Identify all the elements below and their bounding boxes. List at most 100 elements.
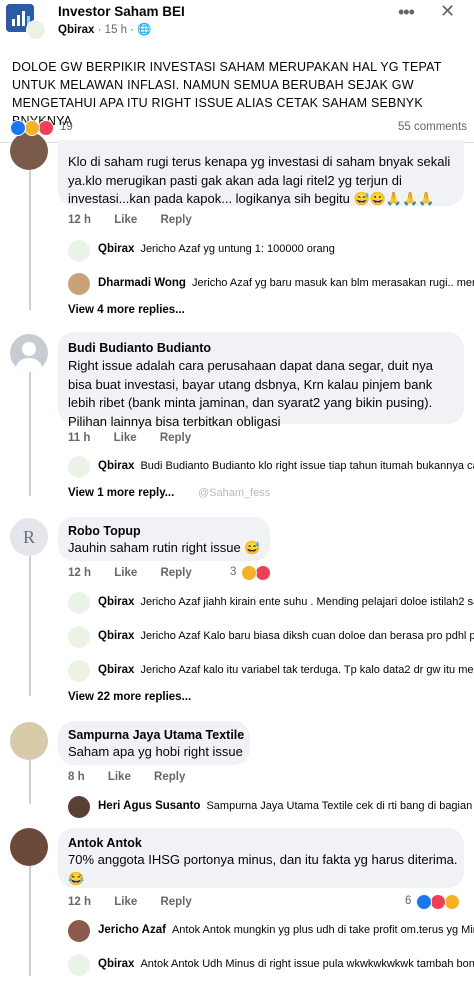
reply-button[interactable]: Reply	[160, 432, 191, 444]
comment-actions: 11 h Like Reply	[68, 432, 211, 444]
post-body: DOLOE GW BERPIKIR INVESTASI SAHAM MERUPA…	[12, 60, 442, 128]
reply[interactable]: Heri Agus Susanto Sampurna Jaya Utama Tex…	[98, 800, 474, 826]
reply-avatar[interactable]	[68, 660, 90, 682]
thread-line	[29, 556, 31, 696]
like-button[interactable]: Like	[114, 896, 137, 908]
comment-time: 12 h	[68, 896, 92, 908]
commenter-name[interactable]: Sampurna Jaya Utama Textile	[68, 728, 244, 742]
avatar-initial: R	[22, 527, 35, 547]
reply-text: Jericho Azaf yg untung 1: 100000 orang	[140, 243, 335, 255]
love-reaction-icon	[38, 120, 54, 136]
reply[interactable]: Qbirax Budi Budianto Budianto klo right i…	[98, 460, 474, 486]
reply[interactable]: Qbirax Jericho Azaf Kalo baru biasa diksh…	[98, 630, 474, 656]
reply-avatar[interactable]	[68, 626, 90, 648]
commenter-avatar[interactable]: R	[10, 518, 48, 556]
commenter-avatar[interactable]	[10, 334, 48, 372]
reaction-count[interactable]: 19	[60, 121, 73, 133]
reply-author[interactable]: Heri Agus Susanto	[98, 800, 200, 812]
comment-reaction-count[interactable]: 6	[405, 895, 411, 907]
reply-avatar[interactable]	[68, 456, 90, 478]
like-button[interactable]: Like	[114, 567, 137, 579]
like-reaction-icon	[416, 894, 432, 910]
reply-text: Sampurna Jaya Utama Textile cek di rti b…	[206, 800, 474, 812]
commenter-name[interactable]: Robo Topup	[68, 524, 141, 538]
view-more-replies[interactable]: View 1 more reply...	[68, 487, 174, 499]
reply-avatar[interactable]	[68, 920, 90, 942]
reply[interactable]: Qbirax Jericho Azaf kalo itu variabel tak…	[98, 664, 474, 690]
commenter-avatar[interactable]	[10, 828, 48, 866]
reply-text: Antok Antok Udh Minus di right issue pul…	[140, 958, 474, 970]
reply[interactable]: Qbirax Antok Antok Udh Minus di right iss…	[98, 958, 474, 984]
like-reaction-icon	[10, 120, 26, 136]
commenter-name[interactable]: Antok Antok	[68, 836, 142, 850]
group-name[interactable]: Investor Saham BEI	[58, 4, 185, 19]
reply-author[interactable]: Qbirax	[98, 243, 134, 255]
reply-avatar[interactable]	[68, 273, 90, 295]
comment-time: 11 h	[68, 432, 91, 444]
love-reaction-icon	[255, 565, 271, 581]
like-button[interactable]: Like	[114, 432, 137, 444]
thread-line	[29, 866, 31, 976]
comment-count[interactable]: 55 comments	[398, 121, 467, 133]
comment-text: 70% anggota IHSG portonya minus, dan itu…	[68, 852, 458, 886]
reply-text: Jericho Azaf jiahh kirain ente suhu . Me…	[140, 596, 474, 608]
reply-author[interactable]: Dharmadi Wong	[98, 277, 186, 289]
default-avatar-icon	[16, 342, 42, 372]
love-reaction-icon	[430, 894, 446, 910]
reply-text: Jericho Azaf yg baru masuk kan blm meras…	[191, 277, 474, 289]
commenter-name[interactable]: Budi Budianto Budianto	[68, 341, 211, 355]
reply[interactable]: Qbirax Jericho Azaf yg untung 1: 100000 o…	[98, 243, 474, 269]
reply-avatar[interactable]	[68, 240, 90, 262]
comment-text: Klo di saham rugi terus kenapa yg invest…	[68, 154, 451, 206]
reply-button[interactable]: Reply	[160, 214, 191, 226]
reply[interactable]: Qbirax Jericho Azaf jiahh kirain ente suh…	[98, 596, 474, 622]
haha-reaction-icon	[241, 565, 257, 581]
post-author[interactable]: Qbirax	[58, 24, 94, 36]
comment-text: Right issue adalah cara perusahaan dapat…	[68, 358, 433, 429]
commenter-avatar[interactable]	[10, 132, 48, 170]
thread-line	[29, 372, 31, 496]
reply-avatar[interactable]	[68, 954, 90, 976]
view-more-replies[interactable]: View 4 more replies...	[68, 304, 185, 316]
reply-author[interactable]: Qbirax	[98, 664, 134, 676]
comment-actions: 12 h Like Reply	[68, 896, 212, 908]
comment-time: 12 h	[68, 567, 92, 579]
comment-reaction-count[interactable]: 3	[230, 566, 236, 578]
reply[interactable]: Dharmadi Wong Jericho Azaf yg baru masuk …	[98, 277, 474, 303]
author-avatar[interactable]	[26, 20, 46, 40]
globe-icon: 🌐	[137, 24, 152, 36]
like-button[interactable]: Like	[114, 214, 137, 226]
reply-text: Jericho Azaf kalo itu variabel tak terdu…	[140, 664, 474, 676]
reply-button[interactable]: Reply	[154, 771, 185, 783]
comment-actions: 8 h Like Reply	[68, 771, 205, 783]
reply-author[interactable]: Qbirax	[98, 630, 134, 642]
commenter-avatar[interactable]	[10, 722, 48, 760]
reply-avatar[interactable]	[68, 796, 90, 818]
haha-reaction-icon	[24, 120, 40, 136]
reply-avatar[interactable]	[68, 592, 90, 614]
more-options-icon[interactable]: •••	[398, 2, 415, 23]
reply-text: Budi Budianto Budianto klo right issue t…	[140, 460, 474, 472]
thread-line	[29, 760, 31, 804]
sad-reaction-icon	[444, 894, 460, 910]
reply-button[interactable]: Reply	[160, 567, 191, 579]
comment-text: Saham apa yg hobi right issue	[68, 744, 243, 759]
comment-actions: 12 h Like Reply	[68, 567, 212, 579]
watermark: @Saham_fess	[198, 487, 271, 499]
reply-author[interactable]: Qbirax	[98, 460, 134, 472]
close-icon[interactable]: ✕	[440, 1, 455, 22]
thread-line	[29, 170, 31, 310]
reply-author[interactable]: Qbirax	[98, 958, 134, 970]
post-meta: Qbirax · 15 h · 🌐	[58, 24, 152, 36]
view-more-replies[interactable]: View 22 more replies...	[68, 691, 191, 703]
reply[interactable]: Jericho Azaf Antok Antok mungkin yg plus …	[98, 924, 474, 950]
comment-time: 12 h	[68, 214, 92, 226]
reply-text: Antok Antok mungkin yg plus udh di take …	[171, 924, 474, 936]
comment-actions: 12 h Like Reply	[68, 214, 212, 226]
reply-author[interactable]: Qbirax	[98, 596, 134, 608]
comment-text: Jauhin saham rutin right issue 😅	[68, 540, 261, 555]
post-time[interactable]: 15 h	[105, 24, 127, 36]
reply-author[interactable]: Jericho Azaf	[98, 924, 166, 936]
reply-button[interactable]: Reply	[160, 896, 191, 908]
like-button[interactable]: Like	[108, 771, 131, 783]
